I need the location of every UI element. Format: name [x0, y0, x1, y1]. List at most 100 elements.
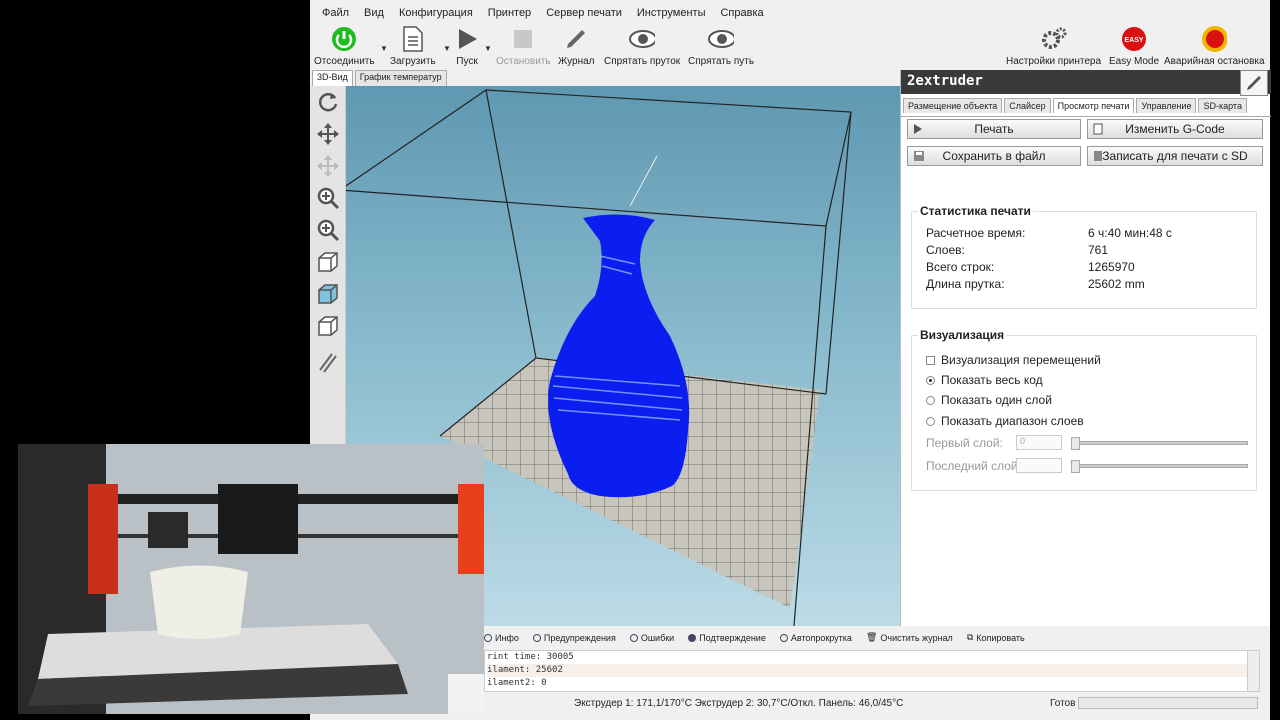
top-view-icon[interactable]: [316, 314, 340, 338]
printer-photo: [18, 444, 484, 714]
svg-text:EASY: EASY: [1124, 37, 1143, 44]
copy-log-button[interactable]: ⧉ Копировать: [967, 632, 1025, 643]
menu-printer[interactable]: Принтер: [488, 7, 531, 19]
right-panel: 2extruder Размещение объекта Слайсер Про…: [900, 70, 1271, 626]
menu-help[interactable]: Справка: [720, 7, 763, 19]
first-layer-spinner[interactable]: 0: [1016, 435, 1062, 450]
play-icon: [454, 26, 480, 52]
document-icon: [1093, 123, 1103, 138]
load-dropdown-icon[interactable]: ▼: [443, 44, 451, 53]
move-icon[interactable]: [316, 122, 340, 146]
clear-log-button[interactable]: 🗑 Очистить журнал: [866, 632, 953, 643]
log-scrollbar[interactable]: [1247, 651, 1259, 691]
menu-file[interactable]: Файл: [322, 7, 349, 19]
play-icon: [913, 123, 923, 138]
show-one-layer-radio[interactable]: Показать один слой: [926, 393, 1052, 407]
stat-label-lines: Всего строк:: [926, 260, 995, 274]
stat-value-lines: 1265970: [1088, 260, 1135, 274]
edit-printer-button[interactable]: [1240, 70, 1268, 96]
show-all-code-radio[interactable]: Показать весь код: [926, 373, 1043, 387]
printer-camera-inset: [18, 444, 484, 714]
visualization-title: Визуализация: [918, 328, 1007, 342]
show-layer-range-radio[interactable]: Показать диапазон слоев: [926, 414, 1084, 428]
eye-icon: [708, 26, 735, 52]
save-file-button[interactable]: Сохранить в файл: [907, 146, 1081, 166]
stat-value-time: 6 ч:40 мин:48 с: [1088, 226, 1172, 240]
log-filter-warnings[interactable]: Предупреждения: [532, 632, 616, 643]
log-filter-ack[interactable]: Подтверждение: [688, 632, 766, 643]
show-travel-checkbox[interactable]: Визуализация перемещений: [926, 353, 1101, 367]
toolbar: Отсоединить ▼ Загрузить ▼ Пуск ▼ Останов…: [310, 24, 1270, 68]
start-button[interactable]: Пуск: [454, 26, 480, 67]
stop-icon: [510, 26, 536, 52]
printer-settings-button[interactable]: Настройки принтера: [1006, 26, 1101, 67]
write-sd-button[interactable]: Записать для печати с SD: [1087, 146, 1263, 166]
stat-label-filament: Длина прутка:: [926, 277, 1005, 291]
easy-mode-icon: EASY: [1121, 26, 1147, 52]
tab-object-placement[interactable]: Размещение объекта: [903, 98, 1003, 113]
zoom-fit-icon[interactable]: [316, 218, 340, 242]
move-object-icon[interactable]: [316, 154, 340, 178]
view-tabs: 3D-Вид График температур: [312, 70, 447, 86]
menu-tools[interactable]: Инструменты: [637, 7, 706, 19]
tab-temperature-graph[interactable]: График температур: [354, 70, 447, 86]
menu-config[interactable]: Конфигурация: [399, 7, 473, 19]
pencil-icon: [563, 26, 589, 52]
log-filter-errors[interactable]: Ошибки: [629, 632, 674, 643]
emergency-stop-button[interactable]: Аварийная остановка: [1164, 26, 1265, 67]
rotate-icon[interactable]: [316, 90, 340, 114]
menu-print-server[interactable]: Сервер печати: [546, 7, 622, 19]
stat-value-layers: 761: [1088, 243, 1109, 257]
log-line: ilament: 25602: [487, 664, 1259, 677]
stat-label-time: Расчетное время:: [926, 226, 1026, 240]
vase-model: [548, 214, 690, 498]
sd-card-icon: [1093, 150, 1103, 165]
printer-name: 2extruder: [901, 70, 1271, 94]
copy-icon: ⧉: [966, 632, 974, 642]
disconnect-dropdown-icon[interactable]: ▼: [380, 44, 388, 53]
ready-status: Готов: [1050, 698, 1076, 709]
print-preview-panel: Печать Изменить G-Code Сохранить в файл …: [901, 116, 1271, 626]
last-layer-slider[interactable]: [1071, 460, 1248, 473]
tab-3d-view[interactable]: 3D-Вид: [312, 70, 353, 86]
log-filter-bar: Инфо Предупреждения Ошибки Подтверждение…: [484, 632, 1025, 643]
temperature-status: Экструдер 1: 171,1/170°C Экструдер 2: 30…: [574, 698, 904, 709]
start-dropdown-icon[interactable]: ▼: [484, 44, 492, 53]
stop-button[interactable]: Остановить: [496, 26, 551, 67]
hide-filament-button[interactable]: Спрятать пруток: [604, 26, 680, 67]
tab-sd-card[interactable]: SD-карта: [1198, 98, 1247, 113]
hide-travel-button[interactable]: Спрятать путь: [688, 26, 754, 67]
disconnect-button[interactable]: Отсоединить: [314, 26, 375, 67]
log-output[interactable]: rint time: 30005 ilament: 25602 ilament2…: [484, 650, 1260, 692]
front-view-icon[interactable]: [316, 282, 340, 306]
tab-slicer[interactable]: Слайсер: [1004, 98, 1051, 113]
last-layer-spinner[interactable]: [1016, 458, 1062, 473]
tab-print-preview[interactable]: Просмотр печати: [1052, 98, 1135, 113]
log-filter-info[interactable]: Инфо: [484, 632, 519, 643]
first-layer-slider[interactable]: [1071, 437, 1248, 450]
nozzle-path: [629, 155, 658, 207]
stat-value-filament: 25602 mm: [1088, 277, 1145, 291]
power-icon: [331, 26, 357, 52]
tab-control[interactable]: Управление: [1136, 98, 1197, 113]
progress-bar: [1078, 697, 1258, 709]
edit-gcode-button[interactable]: Изменить G-Code: [1087, 119, 1263, 139]
menu-view[interactable]: Вид: [364, 7, 384, 19]
print-button[interactable]: Печать: [907, 119, 1081, 139]
document-icon: [400, 26, 426, 52]
floppy-icon: [913, 150, 925, 165]
parallel-view-icon[interactable]: [316, 350, 340, 374]
visualization-group: Визуализация Визуализация перемещений По…: [911, 328, 1257, 491]
log-autoscroll[interactable]: Автопрокрутка: [779, 632, 852, 643]
iso-view-icon[interactable]: [316, 250, 340, 274]
trash-icon: 🗑: [865, 632, 878, 642]
pencil-icon: [1247, 76, 1261, 90]
load-button[interactable]: Загрузить: [390, 26, 436, 67]
log-button[interactable]: Журнал: [558, 26, 595, 67]
emergency-stop-icon: [1201, 26, 1228, 52]
log-line: ilament2: 0: [487, 678, 547, 688]
zoom-in-icon[interactable]: [316, 186, 340, 210]
easy-mode-button[interactable]: EASY Easy Mode: [1109, 26, 1159, 67]
stats-title: Статистика печати: [918, 204, 1033, 218]
panel-tabs: Размещение объекта Слайсер Просмотр печа…: [903, 98, 1247, 113]
